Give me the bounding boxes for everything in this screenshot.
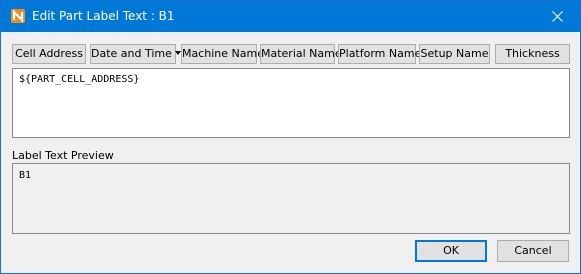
title-bar[interactable]: Edit Part Label Text : B1	[1, 1, 580, 32]
label-text-preview: B1	[12, 163, 570, 234]
material-name-button[interactable]: Material Name	[260, 44, 342, 64]
thickness-button[interactable]: Thickness	[495, 44, 570, 64]
date-and-time-label: Date and Time	[91, 47, 172, 60]
machine-name-button[interactable]: Machine Name	[181, 44, 264, 64]
edit-label-dialog: Edit Part Label Text : B1 Cell Address D…	[0, 0, 581, 274]
platform-name-label: Platform Name	[339, 47, 422, 60]
thickness-label: Thickness	[505, 47, 560, 60]
cell-address-button[interactable]: Cell Address	[12, 44, 86, 64]
material-name-label: Material Name	[261, 47, 342, 60]
close-button[interactable]	[535, 1, 580, 32]
machine-name-label: Machine Name	[182, 47, 264, 60]
cell-address-label: Cell Address	[15, 47, 83, 60]
date-and-time-dropdown-button[interactable]: Date and Time	[90, 44, 181, 64]
app-logo-icon	[11, 9, 25, 23]
label-text-editor[interactable]: ${PART_CELL_ADDRESS}	[12, 68, 570, 138]
setup-name-label: Setup Name	[420, 47, 489, 60]
cancel-button[interactable]: Cancel	[497, 240, 569, 262]
preview-heading: Label Text Preview	[12, 149, 114, 162]
window-title: Edit Part Label Text : B1	[32, 9, 175, 23]
setup-name-button[interactable]: Setup Name	[419, 44, 490, 64]
ok-button[interactable]: OK	[415, 240, 487, 262]
dropdown-caret-icon	[174, 51, 181, 55]
platform-name-button[interactable]: Platform Name	[338, 44, 421, 64]
